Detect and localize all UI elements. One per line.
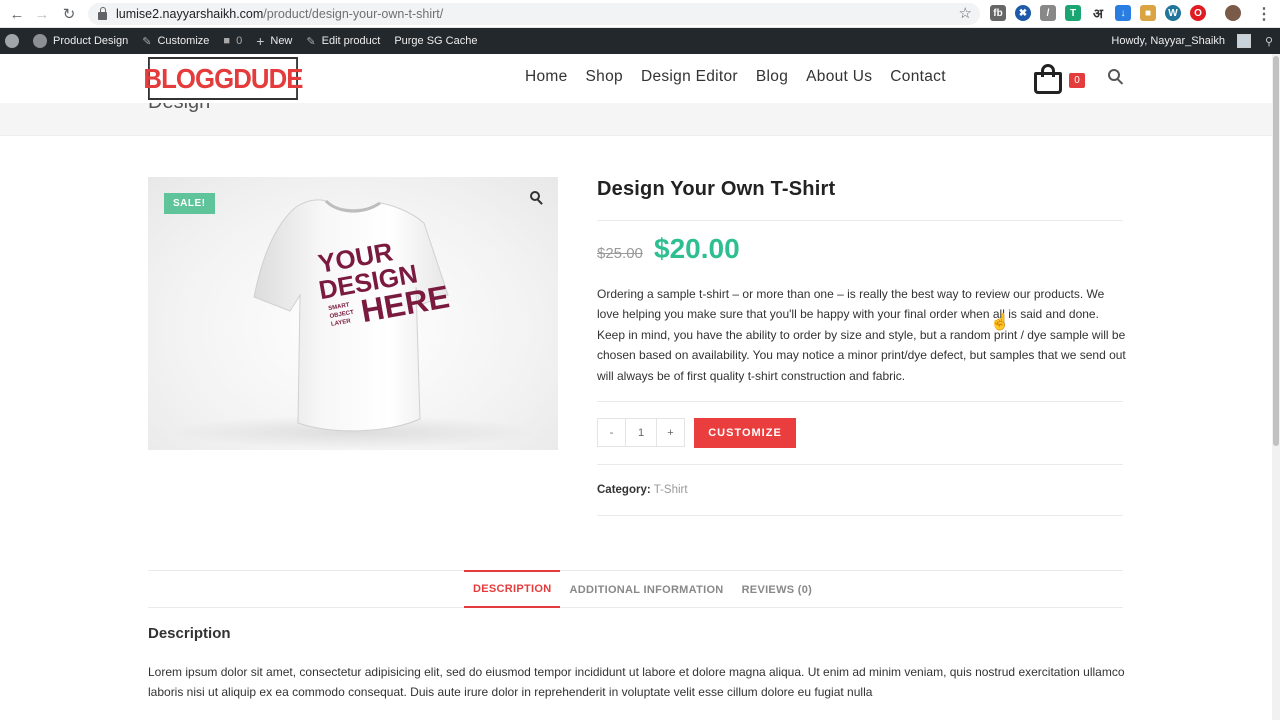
divider bbox=[597, 464, 1123, 465]
admin-account-link[interactable]: Howdy, Nayyar_Shaikh bbox=[1104, 28, 1258, 54]
nav-blog[interactable]: Blog bbox=[756, 68, 788, 86]
admin-new-label: New bbox=[270, 35, 293, 47]
search-icon[interactable] bbox=[1108, 69, 1124, 85]
product-category: Category: T-Shirt bbox=[597, 484, 688, 496]
description-heading: Description bbox=[148, 625, 231, 642]
admin-site-link[interactable]: Product Design bbox=[26, 28, 135, 54]
divider bbox=[597, 401, 1123, 402]
profile-avatar-icon[interactable] bbox=[1225, 5, 1241, 21]
scrollbar-thumb[interactable] bbox=[1273, 56, 1279, 446]
tab-additional-information[interactable]: ADDITIONAL INFORMATION bbox=[560, 570, 732, 608]
dashboard-icon bbox=[33, 34, 47, 48]
opera-icon[interactable]: O bbox=[1190, 5, 1206, 21]
divider bbox=[597, 515, 1123, 516]
admin-search-icon[interactable]: ⚲ bbox=[1258, 28, 1280, 54]
sale-badge: SALE! bbox=[164, 193, 215, 214]
extension-icon[interactable]: fb bbox=[990, 5, 1006, 21]
admin-purge-link[interactable]: Purge SG Cache bbox=[387, 28, 484, 54]
url-host: lumise2.nayyarshaikh.com bbox=[116, 7, 264, 21]
tshirt-illustration: YOUR DESIGN HERE SMART OBJECT LAYER bbox=[253, 199, 452, 432]
admin-site-label: Product Design bbox=[53, 35, 129, 47]
lock-icon bbox=[98, 6, 107, 20]
site-logo[interactable]: BLOGGDUDE bbox=[143, 57, 303, 100]
shopping-bag-icon[interactable] bbox=[1032, 63, 1064, 95]
product-image[interactable]: YOUR DESIGN HERE SMART OBJECT LAYER SALE… bbox=[148, 177, 558, 450]
url-path: /product/design-your-own-t-shirt/ bbox=[263, 7, 444, 21]
admin-comments-link[interactable]: ■ 0 bbox=[216, 28, 249, 54]
address-bar[interactable]: lumise2.nayyarshaikh.com/product/design-… bbox=[88, 3, 980, 25]
comments-count: 0 bbox=[236, 35, 243, 47]
download-icon[interactable]: ↓ bbox=[1115, 5, 1131, 21]
nav-about-us[interactable]: About Us bbox=[806, 68, 872, 86]
avatar bbox=[1236, 34, 1251, 48]
main-navigation: Home Shop Design Editor Blog About Us Co… bbox=[516, 68, 955, 86]
back-arrow-icon[interactable]: ← bbox=[4, 1, 30, 27]
page-title: Design bbox=[148, 103, 210, 114]
description-body: Lorem ipsum dolor sit amet, consectetur … bbox=[148, 665, 1125, 700]
divider bbox=[597, 220, 1123, 221]
product-tabs: DESCRIPTION ADDITIONAL INFORMATION REVIE… bbox=[464, 570, 821, 608]
extension-icon[interactable]: / bbox=[1040, 5, 1056, 21]
admin-edit-label: Edit product bbox=[321, 35, 381, 47]
comment-icon: ■ bbox=[223, 35, 231, 47]
qty-plus-button[interactable]: + bbox=[656, 418, 685, 447]
customize-button[interactable]: CUSTOMIZE bbox=[694, 418, 796, 448]
admin-edit-link[interactable]: ✎ Edit product bbox=[299, 28, 387, 54]
qty-input[interactable]: 1 bbox=[626, 418, 656, 447]
extensions: fb ✖ / T अ ↓ ■ W O bbox=[990, 5, 1241, 21]
page-scrollbar[interactable] bbox=[1272, 54, 1280, 720]
forward-arrow-icon[interactable]: → bbox=[29, 1, 55, 27]
tab-reviews[interactable]: REVIEWS (0) bbox=[733, 570, 822, 608]
nav-shop[interactable]: Shop bbox=[586, 68, 623, 86]
page-title-band: Design bbox=[0, 103, 1272, 136]
pencil-icon: ✎ bbox=[306, 35, 316, 48]
nav-contact[interactable]: Contact bbox=[890, 68, 946, 86]
admin-purge-label: Purge SG Cache bbox=[394, 35, 478, 47]
category-link[interactable]: T-Shirt bbox=[654, 484, 688, 496]
hand-cursor-icon: ☝ bbox=[990, 314, 1010, 331]
zoom-icon[interactable] bbox=[530, 191, 544, 205]
admin-customize-link[interactable]: ✎ Customize bbox=[135, 28, 216, 54]
extension-icon[interactable]: ✖ bbox=[1015, 5, 1031, 21]
extension-icon[interactable]: अ bbox=[1090, 5, 1106, 21]
howdy-label: Howdy, Nayyar_Shaikh bbox=[1111, 35, 1225, 47]
wordpress-logo-icon[interactable] bbox=[0, 28, 26, 54]
admin-new-link[interactable]: + New bbox=[249, 28, 299, 54]
quantity-stepper: - 1 + bbox=[597, 418, 685, 447]
wp-admin-bar: Product Design ✎ Customize ■ 0 + New ✎ Edit … bbox=[0, 28, 1280, 54]
extension-icon[interactable]: T bbox=[1065, 5, 1081, 21]
product-title: Design Your Own T-Shirt bbox=[597, 178, 836, 200]
extension-icon[interactable]: ■ bbox=[1140, 5, 1156, 21]
tab-description[interactable]: DESCRIPTION bbox=[464, 570, 561, 608]
product-short-description: Ordering a sample t-shirt – or more than… bbox=[597, 287, 1126, 383]
sale-price: $20.00 bbox=[654, 233, 740, 264]
browser-menu-icon[interactable]: ⋮ bbox=[1256, 4, 1272, 24]
reload-icon[interactable]: ↻ bbox=[56, 1, 82, 27]
cart-count-badge: 0 bbox=[1069, 73, 1085, 88]
nav-design-editor[interactable]: Design Editor bbox=[641, 68, 738, 86]
brush-icon: ✎ bbox=[142, 35, 152, 48]
browser-toolbar: ← → ↻ lumise2.nayyarshaikh.com/product/d… bbox=[0, 0, 1280, 28]
nav-home[interactable]: Home bbox=[525, 68, 568, 86]
bookmark-star-icon[interactable]: ☆ bbox=[959, 4, 972, 22]
admin-customize-label: Customize bbox=[157, 35, 210, 47]
old-price: $25.00 bbox=[597, 245, 643, 262]
qty-minus-button[interactable]: - bbox=[597, 418, 626, 447]
plus-icon: + bbox=[256, 33, 265, 49]
category-label: Category: bbox=[597, 484, 651, 496]
wordpress-icon[interactable]: W bbox=[1165, 5, 1181, 21]
